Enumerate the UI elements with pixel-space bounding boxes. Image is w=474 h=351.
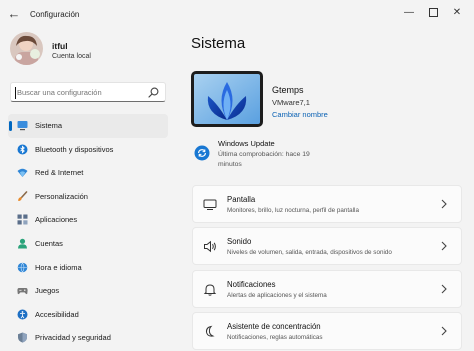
shield-icon [18, 332, 27, 343]
maximize-icon[interactable] [424, 5, 442, 21]
sidebar-item-accesibilidad[interactable]: Accesibilidad [8, 303, 168, 327]
search-icon[interactable] [148, 87, 159, 98]
card-asistente-concentracion[interactable]: Asistente de concentración Notificacione… [192, 312, 462, 350]
user-name: itful [52, 41, 68, 51]
sidebar-nav: Sistema Bluetooth y dispositivos Red & I… [8, 114, 168, 350]
card-title: Pantalla [227, 195, 256, 204]
card-subtitle: Notificaciones, reglas automáticas [227, 334, 323, 341]
page-title: Sistema [191, 35, 246, 52]
search-input[interactable] [17, 86, 147, 99]
sidebar-item-label: Juegos [35, 286, 60, 296]
sidebar-item-label: Hora e idioma [35, 262, 82, 272]
card-pantalla[interactable]: Pantalla Monitores, brillo, luz nocturna… [192, 185, 462, 223]
sync-icon[interactable] [194, 145, 210, 161]
chevron-right-icon [441, 284, 447, 294]
sidebar-item-hora-idioma[interactable]: Hora e idioma [8, 256, 168, 280]
moon-icon [205, 325, 215, 337]
text-caret [15, 87, 16, 99]
wallpaper-bloom-image [194, 74, 260, 124]
windows-update-status: Última comprobación: hace 19 [218, 151, 310, 158]
card-subtitle: Monitores, brillo, luz nocturna, perfil … [227, 207, 359, 214]
sidebar-item-bluetooth[interactable]: Bluetooth y dispositivos [8, 138, 168, 162]
device-name: Gtemps [272, 85, 304, 95]
user-profile[interactable]: itful Cuenta local [10, 32, 170, 72]
sidebar-item-label: Personalización [35, 191, 88, 201]
rename-link[interactable]: Cambiar nombre [272, 110, 328, 119]
account-icon [18, 238, 27, 249]
account-type: Cuenta local [52, 53, 91, 60]
minimize-icon[interactable]: — [400, 5, 418, 21]
card-notificaciones[interactable]: Notificaciones Alertas de aplicaciones y… [192, 270, 462, 308]
card-title: Sonido [227, 237, 252, 246]
windows-update-title[interactable]: Windows Update [218, 139, 275, 148]
device-model: VMware7,1 [272, 98, 310, 107]
bell-icon [203, 284, 217, 296]
avatar [10, 32, 43, 65]
card-subtitle: Alertas de aplicaciones y el sistema [227, 292, 327, 299]
sidebar-item-label: Privacidad y seguridad [35, 333, 111, 343]
card-subtitle: Niveles de volumen, salida, entrada, dis… [227, 249, 392, 256]
sidebar-item-label: Cuentas [35, 238, 63, 248]
sidebar-item-label: Bluetooth y dispositivos [35, 144, 114, 154]
sidebar-item-red-internet[interactable]: Red & Internet [8, 161, 168, 185]
back-arrow-icon[interactable]: ← [6, 6, 22, 22]
window-title: Configuración [30, 10, 80, 19]
sidebar-item-cuentas[interactable]: Cuentas [8, 232, 168, 256]
globe-clock-icon [17, 262, 28, 272]
speaker-icon [204, 240, 216, 253]
system-icon [17, 121, 28, 131]
card-sonido[interactable]: Sonido Niveles de volumen, salida, entra… [192, 227, 462, 265]
sidebar-item-label: Aplicaciones [35, 215, 78, 225]
sidebar-item-privacidad[interactable]: Privacidad y seguridad [8, 326, 168, 350]
sidebar-item-juegos[interactable]: Juegos [8, 279, 168, 303]
chevron-right-icon [441, 241, 447, 251]
apps-icon [17, 214, 28, 225]
sidebar-item-personalizacion[interactable]: Personalización [8, 185, 168, 209]
chevron-right-icon [441, 326, 447, 336]
sidebar-item-sistema[interactable]: Sistema [8, 114, 168, 138]
card-title: Notificaciones [227, 280, 276, 289]
gamepad-icon [17, 288, 28, 295]
sidebar-item-aplicaciones[interactable]: Aplicaciones [8, 208, 168, 232]
title-bar: ← Configuración — ✕ [0, 0, 474, 30]
card-title: Asistente de concentración [227, 322, 321, 331]
accessibility-icon [17, 309, 28, 320]
sidebar-item-label: Sistema [35, 121, 63, 130]
brush-icon [18, 190, 28, 201]
search-box[interactable] [10, 82, 166, 102]
windows-update-status-cont: minutos [218, 161, 242, 168]
sidebar-item-label: Red & Internet [35, 168, 84, 178]
monitor-icon [203, 199, 217, 210]
close-icon[interactable]: ✕ [448, 5, 466, 21]
bluetooth-icon [17, 144, 28, 155]
network-icon [17, 168, 28, 178]
active-indicator [9, 121, 12, 131]
device-thumbnail [191, 71, 263, 127]
chevron-right-icon [441, 199, 447, 209]
sidebar-item-label: Accesibilidad [35, 309, 79, 319]
